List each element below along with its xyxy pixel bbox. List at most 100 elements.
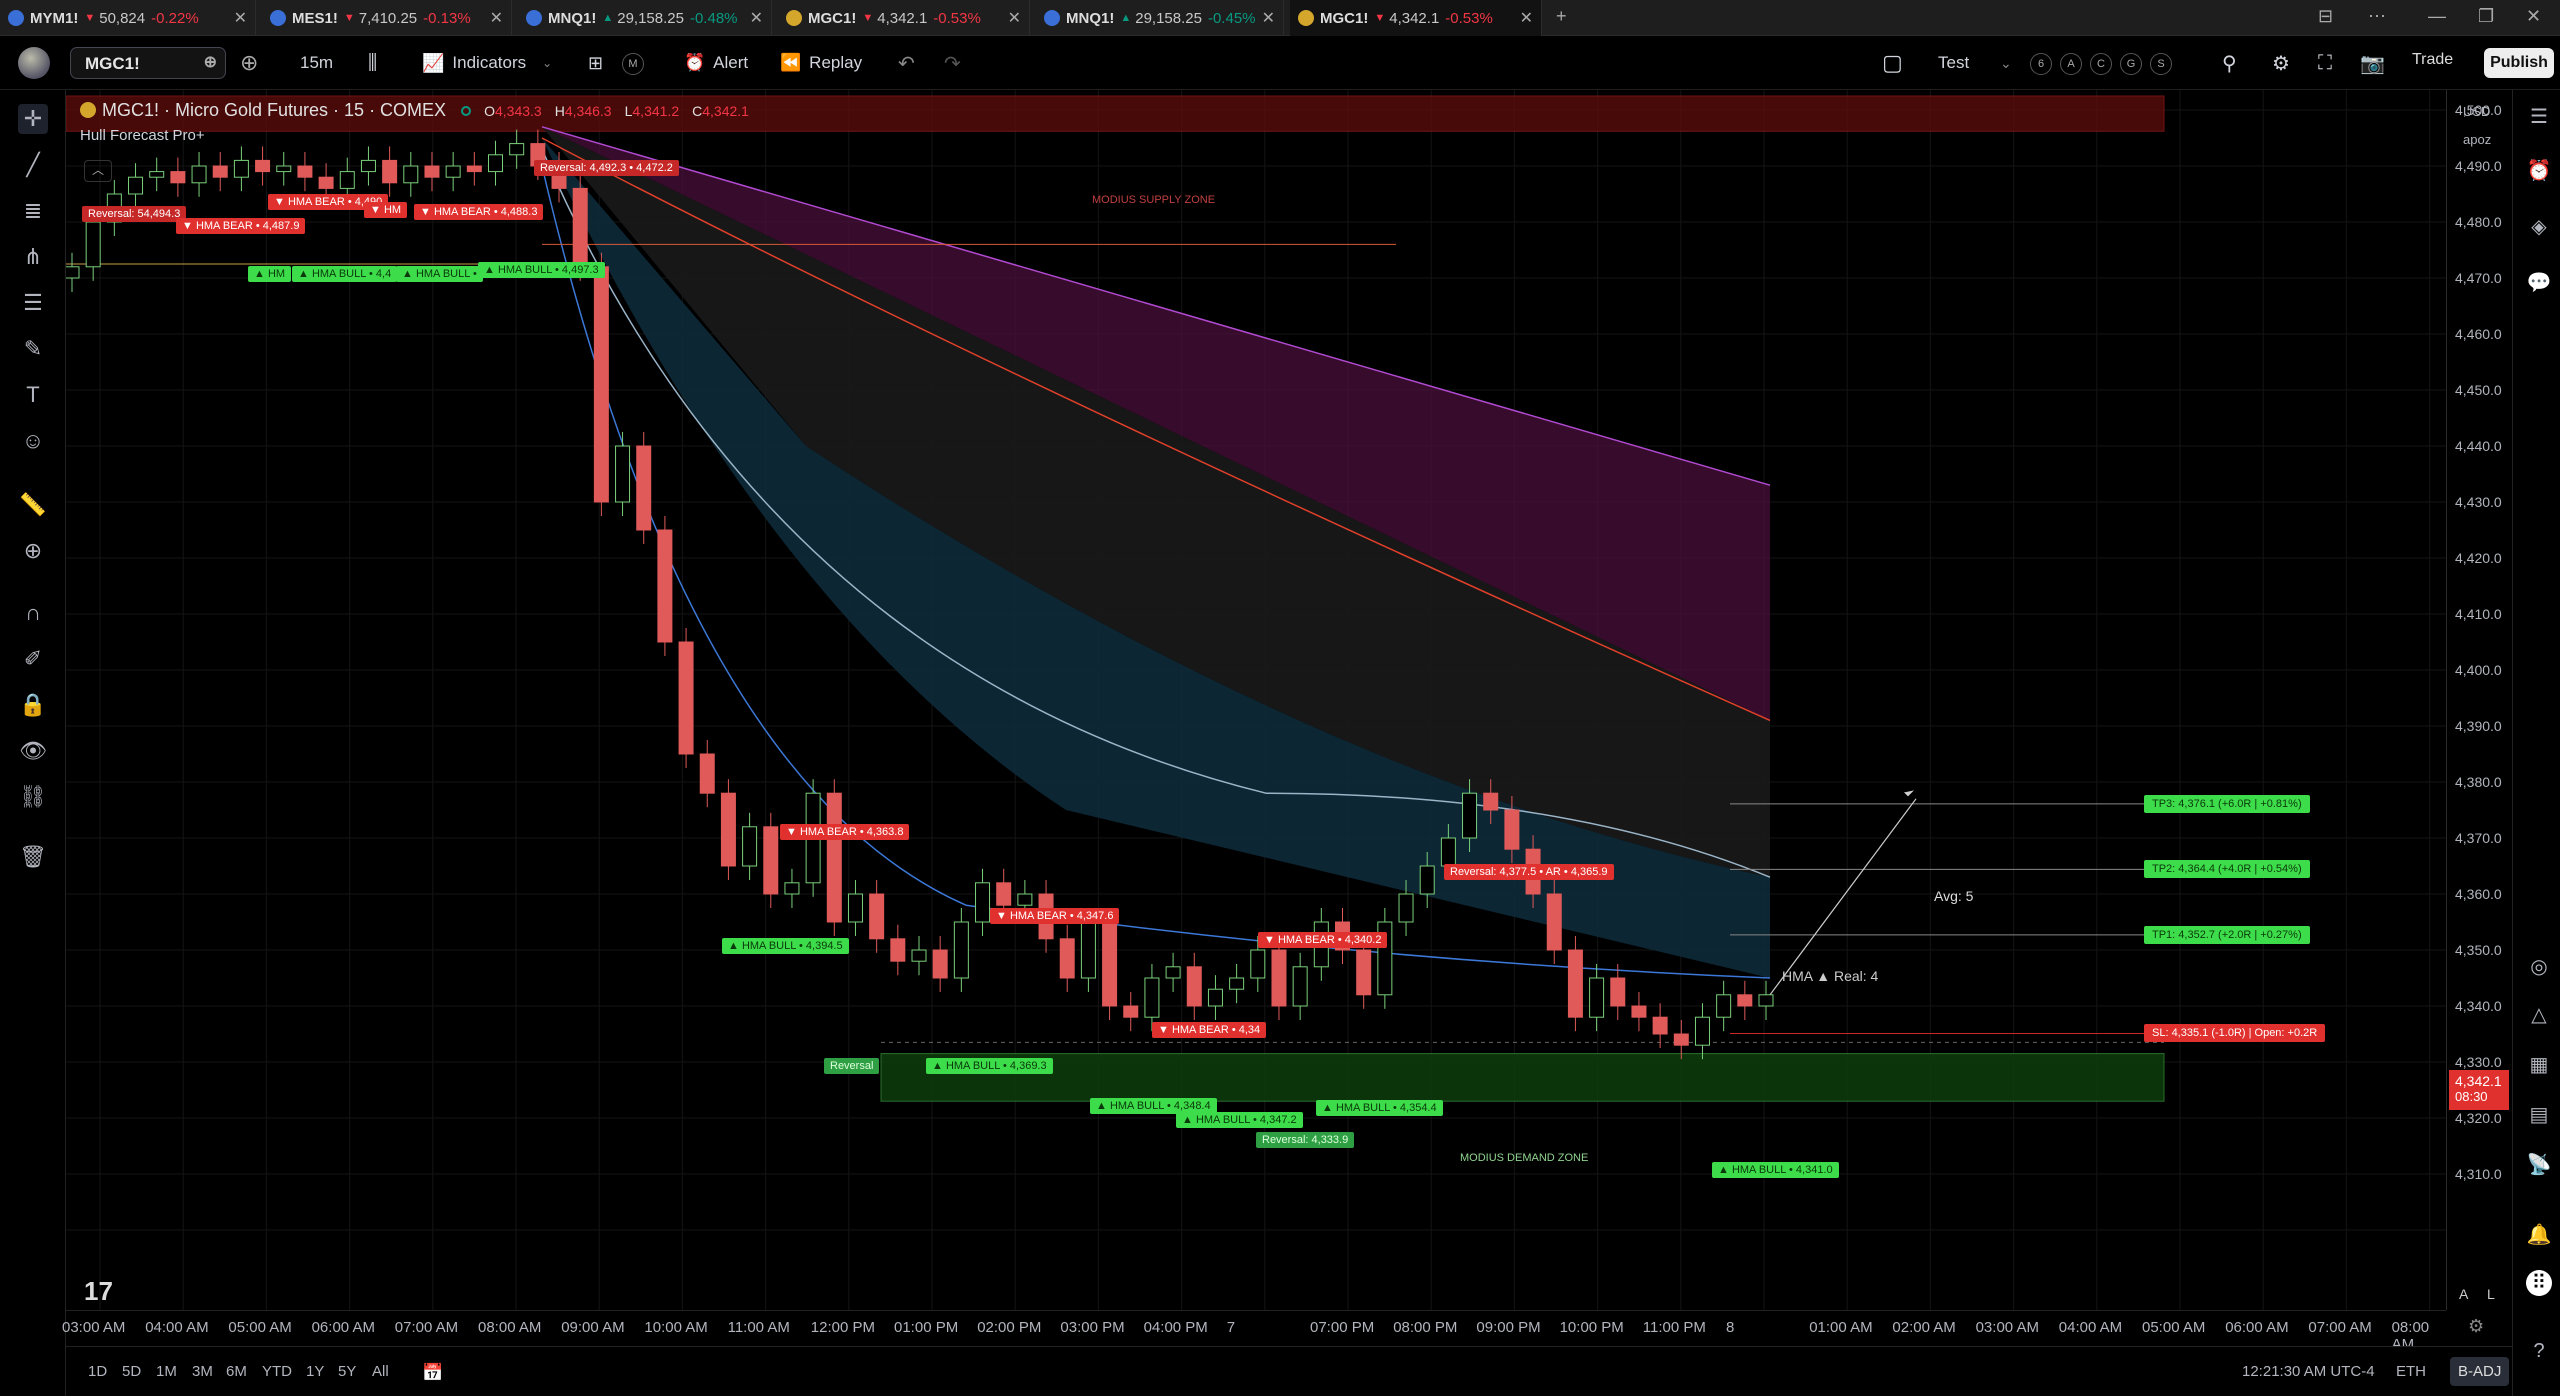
apps-grid-icon[interactable]: ⠿: [2526, 1270, 2552, 1296]
horizontal-lines-icon[interactable]: ≣: [18, 196, 48, 226]
templates-icon[interactable]: ⊞: [588, 36, 603, 90]
snapshot-camera-icon[interactable]: 📷: [2360, 36, 2385, 90]
symbol-sync-icon[interactable]: ⊕: [204, 52, 217, 72]
tp2-label[interactable]: TP2: 4,364.4 (+4.0R | +0.54%): [2144, 860, 2310, 879]
signal-tag[interactable]: ▼ HMA BEAR • 4,487.9: [176, 218, 306, 234]
brush-icon[interactable]: ✎: [18, 334, 48, 364]
publish-button[interactable]: Publish: [2484, 48, 2554, 78]
signal-tag[interactable]: ▲ HMA BULL • 4,394.5: [722, 938, 849, 954]
indicator-name[interactable]: Hull Forecast Pro+: [80, 127, 749, 144]
tradingview-logo[interactable]: 17: [84, 1276, 113, 1307]
new-tab-icon[interactable]: +: [1556, 6, 1567, 27]
restore-icon[interactable]: ❐: [2478, 6, 2494, 27]
signal-tag[interactable]: ▲ HMA BULL • 4,341.0: [1712, 1162, 1839, 1178]
emoji-icon[interactable]: ☺: [18, 426, 48, 456]
auto-scale-button[interactable]: A: [2459, 1286, 2468, 1302]
zoom-in-icon[interactable]: ⊕: [18, 536, 48, 566]
stay-in-drawing-icon[interactable]: ✐: [18, 644, 48, 674]
signal-tag[interactable]: ▲ HMA BULL • 4,497.3: [478, 262, 605, 278]
signal-tag[interactable]: ▲ HMA BULL • 4,369.3: [926, 1058, 1053, 1074]
tp1-label[interactable]: TP1: 4,352.7 (+2.0R | +0.27%): [2144, 925, 2310, 944]
drawing-favorites-icon[interactable]: ⚲: [2222, 36, 2237, 90]
hotkey-circle[interactable]: C: [2090, 53, 2112, 75]
link-icon[interactable]: ⛓: [18, 782, 48, 812]
replay-button[interactable]: ⏪ Replay: [780, 36, 862, 90]
signal-tag[interactable]: ▼ HMA BEAR • 4,363.8: [780, 824, 910, 840]
range-button-5d[interactable]: 5D: [122, 1363, 141, 1380]
close-tab-icon[interactable]: ✕: [1262, 8, 1275, 28]
interval-button[interactable]: 15m: [300, 36, 333, 90]
range-button-5y[interactable]: 5Y: [338, 1363, 356, 1380]
layout-chevron-down-icon[interactable]: ⌄: [2000, 36, 2012, 90]
broadcast-icon[interactable]: 📡: [2526, 1152, 2552, 1178]
range-button-1d[interactable]: 1D: [88, 1363, 107, 1380]
signal-tag[interactable]: Reversal: 4,333.9: [1256, 1132, 1355, 1148]
unit-label[interactable]: apoz: [2463, 132, 2491, 147]
trend-line-icon[interactable]: ╱: [18, 150, 48, 180]
settings-gear-icon[interactable]: ⚙: [2272, 36, 2290, 90]
avatar[interactable]: [18, 47, 50, 79]
layout-square-icon[interactable]: ▢: [1882, 36, 1903, 90]
close-tab-icon[interactable]: ✕: [1008, 8, 1021, 28]
alert-button[interactable]: ⏰ Alert: [684, 36, 748, 90]
bell-icon[interactable]: 🔔: [2526, 1222, 2552, 1248]
hotkey-m-icon[interactable]: M: [622, 53, 644, 75]
crosshair-icon[interactable]: ✛: [18, 104, 48, 134]
target-icon[interactable]: ◎: [2526, 954, 2552, 980]
signal-tag[interactable]: ▲ HMA BULL • 4,347.2: [1176, 1112, 1303, 1128]
text-icon[interactable]: T: [18, 380, 48, 410]
signal-tag[interactable]: ▼ HMA BEAR • 4,340.2: [1258, 932, 1388, 948]
tab-5[interactable]: MGC1! ▼ 4,342.1 -0.53% ✕: [1290, 0, 1542, 36]
legend-title[interactable]: MGC1! · Micro Gold Futures · 15 · COMEX: [102, 100, 446, 120]
range-button-6m[interactable]: 6M: [226, 1363, 247, 1380]
split-view-icon[interactable]: ⊟: [2318, 6, 2333, 27]
watchlist-icon[interactable]: ☰: [2526, 104, 2552, 130]
chat-icon[interactable]: 💬: [2526, 270, 2552, 296]
signal-tag[interactable]: Reversal: [824, 1058, 880, 1074]
layers-icon[interactable]: ◈: [2526, 214, 2552, 240]
signal-tag[interactable]: Reversal: 4,492.3 • 4,472.2: [534, 160, 679, 176]
hotkey-circle[interactable]: G: [2120, 53, 2142, 75]
undo-icon[interactable]: ↶: [898, 36, 915, 90]
alerts-clock-icon[interactable]: ⏰: [2526, 158, 2552, 184]
close-tab-icon[interactable]: ✕: [234, 8, 247, 28]
indicators-button[interactable]: 📈 Indicators ⌄: [422, 36, 552, 90]
lock-icon[interactable]: 🔒: [18, 690, 48, 720]
screener-icon[interactable]: ▤: [2526, 1102, 2552, 1128]
close-tab-icon[interactable]: ✕: [490, 8, 503, 28]
signal-tag[interactable]: ▲ HMA BULL • 4,4: [292, 266, 398, 282]
close-tab-icon[interactable]: ✕: [750, 8, 763, 28]
fullscreen-icon[interactable]: ⛶: [2318, 36, 2332, 90]
adjustment-toggle[interactable]: B-ADJ: [2450, 1357, 2510, 1386]
tab-4[interactable]: MNQ1! ▲ 29,158.25 -0.45% ✕: [1036, 0, 1284, 36]
log-scale-button[interactable]: L: [2487, 1286, 2495, 1302]
range-button-1y[interactable]: 1Y: [306, 1363, 324, 1380]
tab-0[interactable]: MYM1! ▼ 50,824 -0.22% ✕: [0, 0, 256, 36]
more-icon[interactable]: ⋯: [2368, 6, 2386, 27]
pitchfork-icon[interactable]: ⋔: [18, 242, 48, 272]
layout-name[interactable]: Test: [1938, 36, 1969, 90]
trade-button[interactable]: Trade: [2412, 51, 2453, 69]
trash-icon[interactable]: 🗑: [18, 842, 48, 872]
add-symbol-button[interactable]: ⊕: [240, 36, 258, 90]
time-axis[interactable]: 03:00 AM 04:00 AM 05:00 AM 06:00 AM 07:00 AM…: [62, 1310, 2446, 1353]
range-button-1m[interactable]: 1M: [156, 1363, 177, 1380]
signal-tag[interactable]: ▲ HMA BULL •: [396, 266, 483, 282]
range-button-3m[interactable]: 3M: [192, 1363, 213, 1380]
tp3-label[interactable]: TP3: 4,376.1 (+6.0R | +0.81%): [2144, 794, 2310, 813]
hotkey-circle[interactable]: S: [2150, 53, 2172, 75]
signal-tag[interactable]: ▼ HMA BEAR • 4,347.6: [990, 908, 1120, 924]
close-tab-icon[interactable]: ✕: [1520, 8, 1533, 28]
eye-icon[interactable]: 👁: [18, 736, 48, 766]
tab-3[interactable]: MGC1! ▼ 4,342.1 -0.53% ✕: [778, 0, 1030, 36]
clock-readout[interactable]: 12:21:30 AM UTC-4: [2242, 1363, 2375, 1380]
fib-icon[interactable]: ☰: [18, 288, 48, 318]
chart-pane[interactable]: Reversal: 54,494.3 ▼ HMA BEAR • 4,487.9 ▼ …: [66, 90, 2446, 1310]
signal-tag[interactable]: ▲ HM: [248, 266, 292, 282]
redo-icon[interactable]: ↷: [944, 36, 961, 90]
triangle-icon[interactable]: △: [2526, 1002, 2552, 1028]
sl-label[interactable]: SL: 4,335.1 (-1.0R) | Open: +0.2R: [2144, 1024, 2326, 1043]
tab-2[interactable]: MNQ1! ▲ 29,158.25 -0.48% ✕: [518, 0, 772, 36]
symbol-search-input[interactable]: MGC1! ⊕: [70, 47, 226, 79]
minimize-icon[interactable]: —: [2428, 6, 2446, 27]
